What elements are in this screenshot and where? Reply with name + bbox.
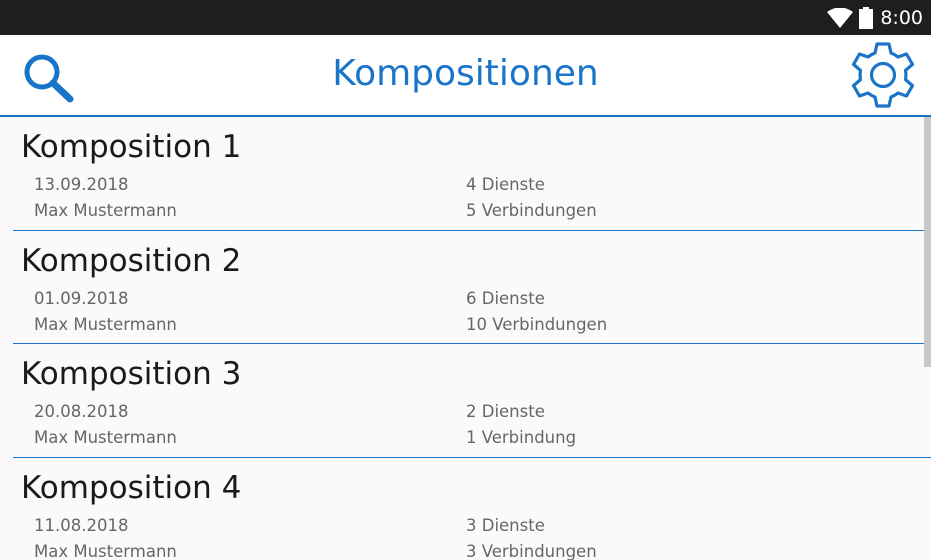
composition-author: Max Mustermann: [34, 201, 177, 220]
composition-services: 6 Dienste: [466, 288, 545, 308]
composition-name: Komposition 3: [21, 356, 242, 392]
status-bar: 8:00: [0, 0, 931, 35]
composition-date: 20.08.2018: [34, 402, 129, 421]
composition-author: Max Mustermann: [34, 428, 177, 447]
composition-date: 01.09.2018: [34, 288, 129, 308]
composition-date: 11.08.2018: [34, 515, 129, 535]
list-item[interactable]: Komposition 2 01.09.2018 Max Mustermann …: [13, 231, 931, 344]
list-item[interactable]: Komposition 3 20.08.2018 Max Mustermann …: [13, 344, 931, 458]
composition-author: Max Mustermann: [34, 314, 177, 334]
list-item[interactable]: Komposition 4 11.08.2018 Max Mustermann …: [13, 458, 931, 560]
composition-name: Komposition 4: [21, 469, 242, 506]
gear-icon: [851, 42, 915, 108]
composition-list[interactable]: Komposition 1 13.09.2018 Max Mustermann …: [0, 117, 931, 560]
composition-date: 13.09.2018: [34, 175, 129, 194]
composition-connections: 10 Verbindungen: [466, 314, 608, 334]
composition-services: 3 Dienste: [466, 515, 545, 535]
list-item[interactable]: Komposition 1 13.09.2018 Max Mustermann …: [13, 117, 931, 231]
scrollbar[interactable]: [924, 117, 931, 367]
page-title: Kompositionen: [332, 53, 599, 94]
composition-name: Komposition 1: [21, 129, 242, 165]
composition-connections: 5 Verbindungen: [466, 201, 597, 220]
composition-connections: 3 Verbindungen: [466, 541, 597, 560]
settings-button[interactable]: [848, 40, 918, 110]
composition-name: Komposition 2: [21, 242, 242, 279]
composition-connections: 1 Verbindung: [466, 428, 577, 447]
battery-icon: [859, 6, 874, 29]
composition-services: 2 Dienste: [466, 402, 545, 421]
status-time: 8:00: [880, 6, 923, 29]
wifi-icon: [827, 7, 854, 28]
app-bar: Kompositionen: [0, 35, 931, 117]
composition-author: Max Mustermann: [34, 541, 177, 560]
composition-services: 4 Dienste: [466, 175, 545, 194]
